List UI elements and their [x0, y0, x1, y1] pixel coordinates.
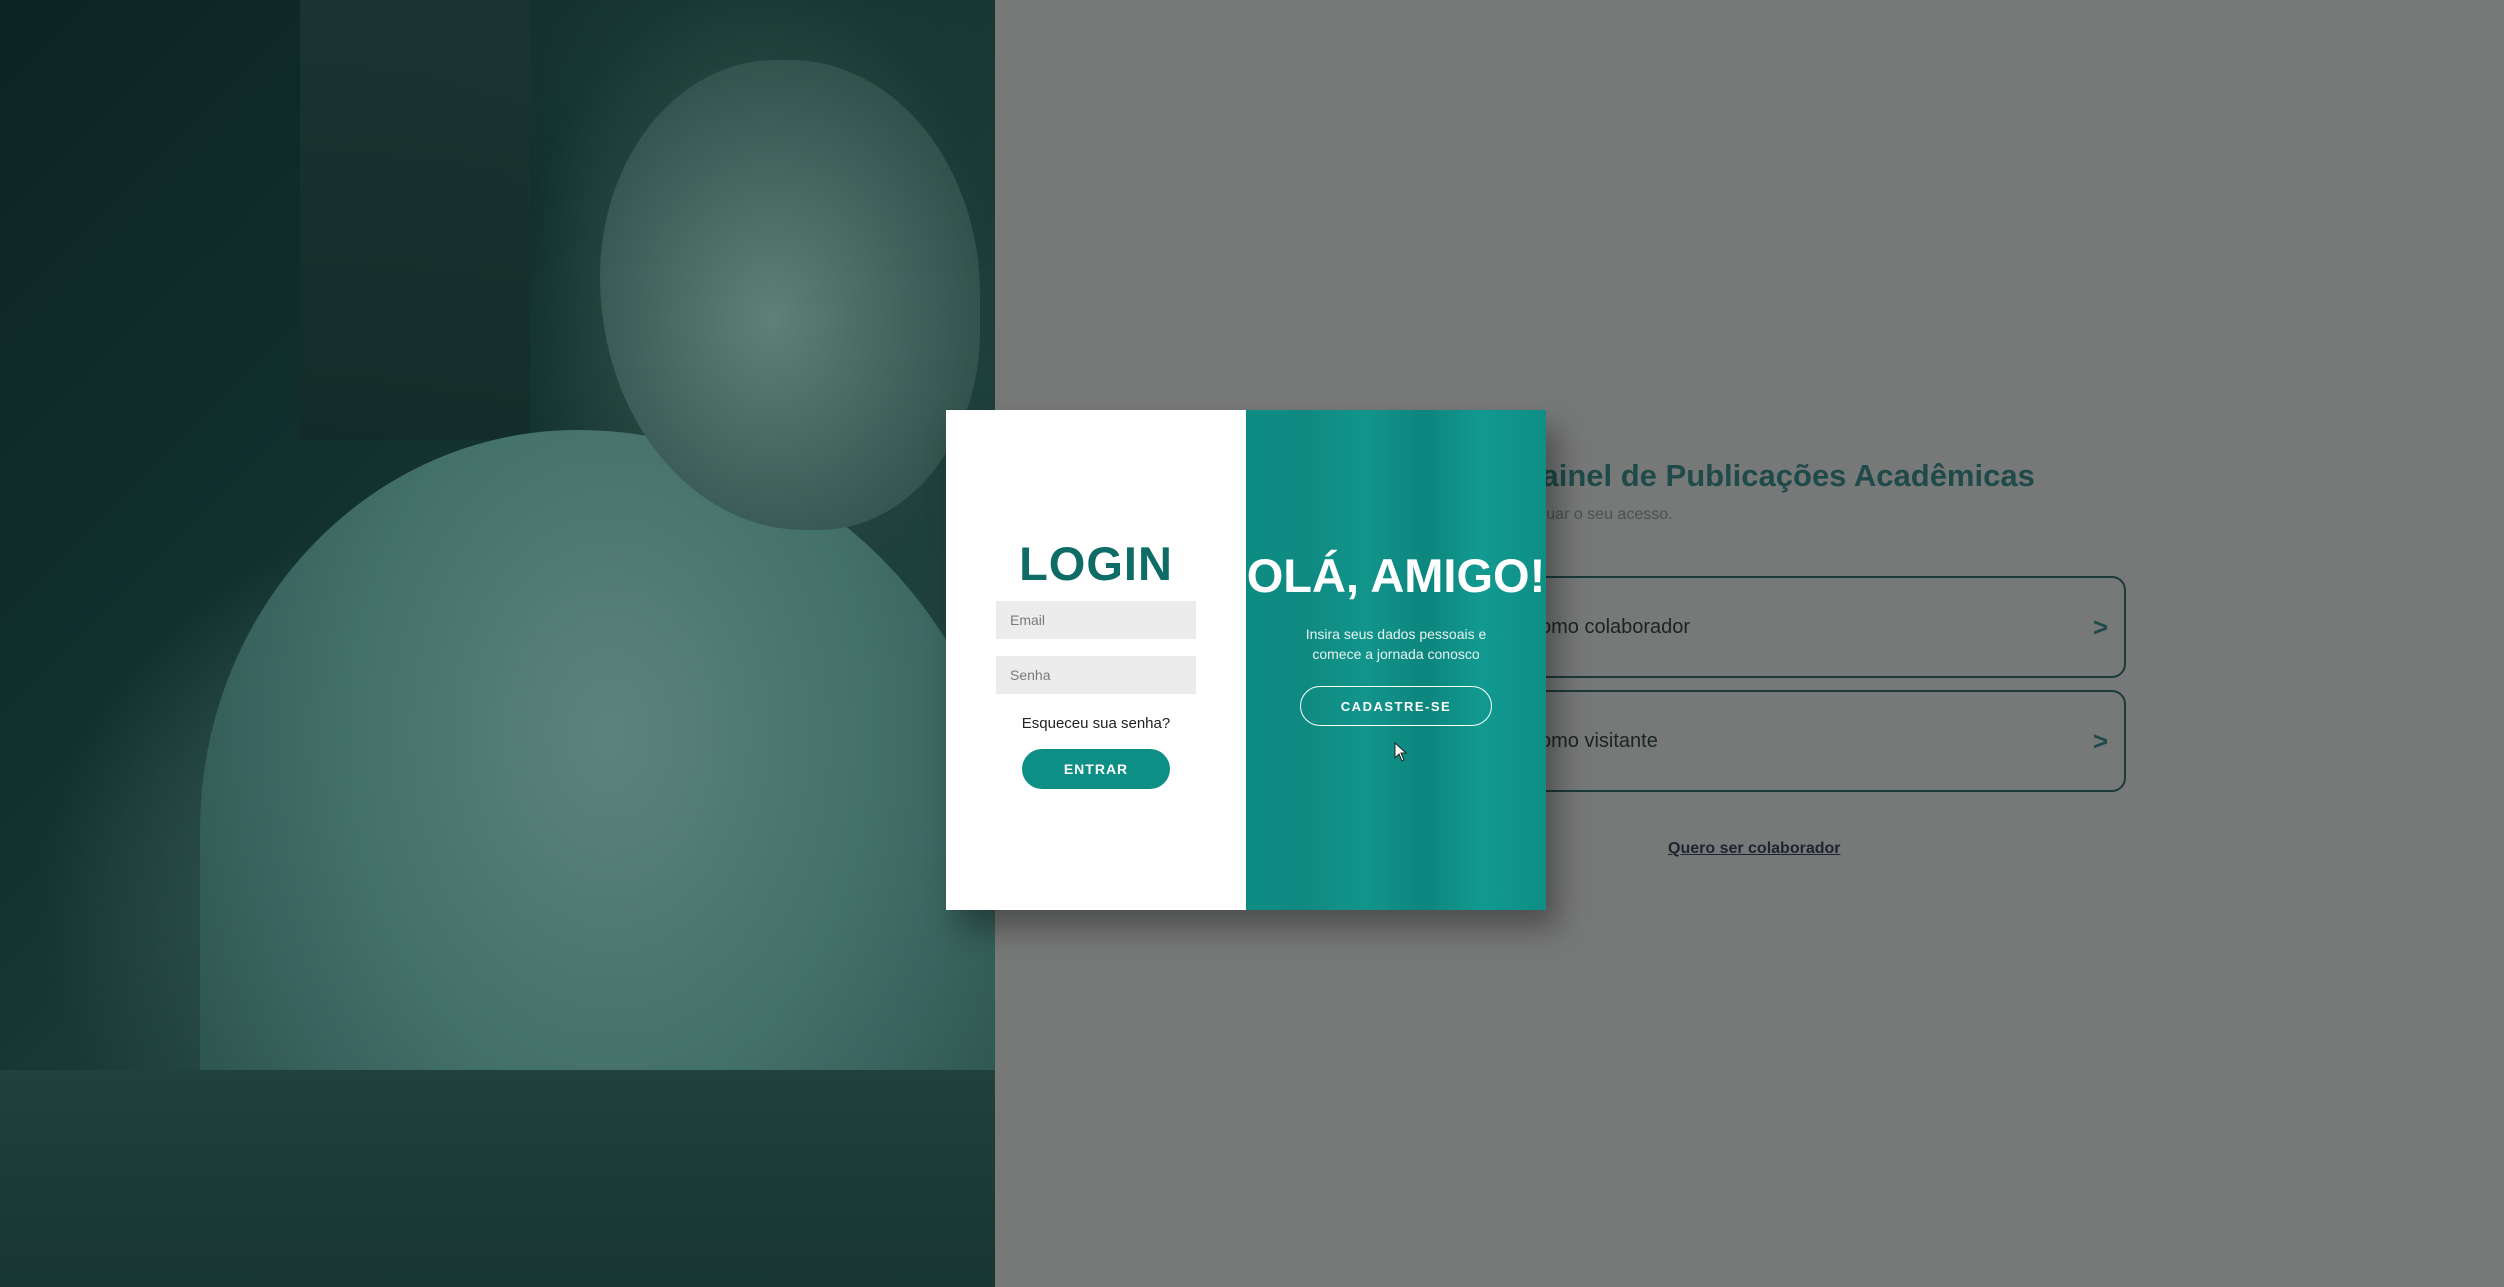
welcome-panel: OLÁ, AMIGO! Insira seus dados pessoais e…: [1246, 410, 1546, 910]
mouse-cursor-icon: [1394, 742, 1408, 762]
photo-desk: [0, 1070, 995, 1287]
chevron-right-icon: >: [2092, 611, 2108, 642]
login-button[interactable]: ENTRAR: [1022, 749, 1170, 789]
option-collaborator[interactable]: omo colaborador >: [1478, 576, 2126, 678]
signup-button[interactable]: CADASTRE-SE: [1300, 686, 1492, 727]
auth-modal: LOGIN Esqueceu sua senha? ENTRAR OLÁ, AM…: [946, 410, 1546, 910]
password-field[interactable]: [996, 656, 1196, 694]
login-title: LOGIN: [1019, 537, 1173, 590]
background-photo: [0, 0, 995, 1287]
chevron-right-icon: >: [2092, 725, 2108, 756]
welcome-text: Insira seus dados pessoais e comece a jo…: [1305, 626, 1487, 662]
login-panel: LOGIN Esqueceu sua senha? ENTRAR: [946, 410, 1246, 910]
option-collaborator-label: omo colaborador: [1540, 615, 1691, 638]
option-visitor[interactable]: omo visitante >: [1478, 690, 2126, 792]
become-collaborator-link[interactable]: Quero ser colaborador: [1668, 840, 1841, 858]
option-visitor-label: omo visitante: [1540, 729, 1658, 752]
welcome-title: OLÁ, AMIGO!: [1246, 549, 1546, 602]
forgot-password-link[interactable]: Esqueceu sua senha?: [1022, 715, 1170, 732]
page-title: ao Painel de Publicações Acadêmicas: [1476, 458, 2035, 493]
photo-window: [300, 0, 530, 440]
email-field[interactable]: [996, 601, 1196, 639]
